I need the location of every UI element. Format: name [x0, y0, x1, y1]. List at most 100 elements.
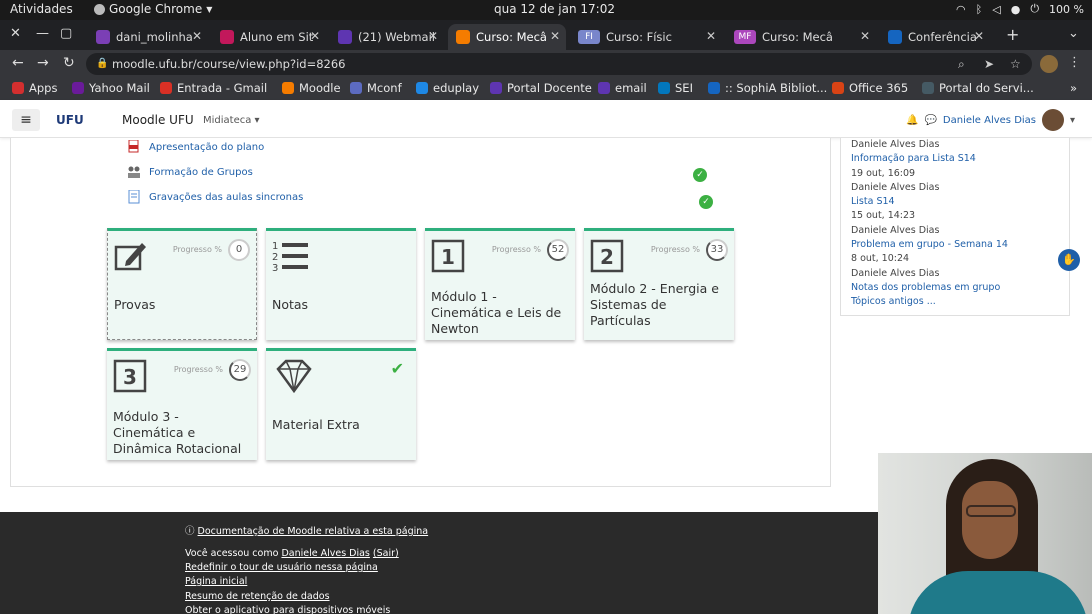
user-menu[interactable]: 🔔 💬 Daniele Alves Dias ▾ [906, 109, 1075, 131]
minimize-icon[interactable]: — [36, 26, 49, 41]
docs-label: Documentação de Moodle relativa a esta p… [197, 526, 429, 537]
section-tile[interactable]: 1 Progresso % 52 Módulo 1 - Cinemática e Le… [425, 228, 575, 340]
close-window-icon[interactable]: ✕ [10, 26, 21, 41]
recent-activity-link[interactable]: Tópicos antigos ... [851, 295, 1069, 309]
tab-close-icon[interactable]: ✕ [974, 29, 984, 43]
recent-activity-meta: Daniele Alves Dias [851, 267, 940, 279]
number-2-icon: 2 [590, 239, 624, 273]
progress-label: Progresso % [650, 245, 700, 254]
svg-text:2: 2 [600, 245, 614, 269]
tab-4[interactable]: FI Curso: Físic ✕ [570, 24, 722, 50]
section-tile[interactable]: 2 Progresso % 33 Módulo 2 - Energia e Siste… [584, 228, 734, 340]
send-icon[interactable]: ➤ [984, 53, 994, 75]
section-title: Módulo 3 - Cinemática e Dinâmica Rotacio… [113, 409, 242, 456]
webcam-person-face [962, 481, 1018, 559]
recent-activity-meta: Daniele Alves Dias [851, 181, 940, 193]
tab-close-icon[interactable]: ✕ [310, 29, 320, 43]
activity-link[interactable]: Gravações das aulas sincronas [127, 189, 304, 204]
bookmark-item[interactable]: Portal do Servi... [922, 81, 1034, 95]
activities-button[interactable]: Atividades [10, 2, 73, 16]
bookmark-item[interactable]: Apps [12, 81, 57, 95]
section-tile[interactable]: 1 2 3 Notas [266, 228, 416, 340]
docs-link[interactable]: ⓘ Documentação de Moodle relativa a esta… [185, 523, 428, 537]
bookmark-item[interactable]: Office 365 [832, 81, 908, 95]
access-user-link[interactable]: Daniele Alves Dias [281, 548, 369, 559]
app-menu[interactable]: Google Chrome ▼ [94, 2, 212, 16]
tab-close-icon[interactable]: ✕ [860, 29, 870, 43]
site-name[interactable]: Moodle UFU [122, 113, 194, 127]
data-retention-link[interactable]: Resumo de retenção de dados [185, 591, 330, 602]
tab-2[interactable]: (21) Webmail ✕ [330, 24, 444, 50]
bookmark-star-icon[interactable]: ☆ [1010, 53, 1021, 75]
tab-5[interactable]: MF Curso: Mecâ ✕ [726, 24, 876, 50]
number-1-icon: 1 [431, 239, 465, 273]
bell-icon[interactable]: 🔔 [906, 115, 918, 126]
reload-icon[interactable]: ↻ [63, 55, 75, 71]
system-tray[interactable]: ◠ ᛒ ◁ ● ⏻ 100 % [956, 2, 1084, 16]
tab-close-icon[interactable]: ✕ [550, 29, 560, 43]
bookmark-item[interactable]: Mconf [350, 81, 402, 95]
accessibility-icon[interactable]: ✋ [1058, 249, 1080, 271]
chat-icon[interactable]: 💬 [924, 115, 936, 126]
more-bookmarks-icon[interactable]: » [1070, 81, 1077, 95]
bookmark-label: Mconf [367, 81, 402, 95]
new-tab-icon[interactable]: + [1006, 25, 1019, 44]
bookmark-item[interactable]: email [598, 81, 647, 95]
section-complete-check-icon: ✔ [390, 359, 404, 378]
bookmark-item[interactable]: :: SophiA Bibliot... [708, 81, 827, 95]
clock[interactable]: qua 12 de jan 17:02 [494, 2, 615, 16]
activity-link[interactable]: Formação de Grupos [127, 165, 253, 179]
bookmark-item[interactable]: Moodle [282, 81, 341, 95]
tab-1[interactable]: Aluno em Sit ✕ [212, 24, 326, 50]
bookmark-item[interactable]: Portal Docente [490, 81, 592, 95]
tab-0[interactable]: dani_molinha ✕ [88, 24, 208, 50]
section-tile[interactable]: ✔ Material Extra [266, 348, 416, 460]
forward-icon[interactable]: → [37, 55, 49, 71]
recent-activity-link[interactable]: Informação para Lista S14 [851, 152, 1069, 166]
tab-favicon-icon [888, 30, 902, 44]
section-tile[interactable]: 3 Progresso % 29 Módulo 3 - Cinemática e Di… [107, 348, 257, 460]
logout-link[interactable]: (Sair) [373, 548, 399, 559]
hamburger-icon[interactable]: ≡ [12, 109, 40, 131]
mobile-app-link[interactable]: Obter o aplicativo para dispositivos móv… [185, 605, 390, 614]
completion-check-icon[interactable]: ✓ [693, 168, 707, 182]
section-title: Módulo 1 - Cinemática e Leis de Newton [431, 289, 562, 336]
reset-tour-link[interactable]: Redefinir o tour de usuário nessa página [185, 562, 378, 573]
tab-close-icon[interactable]: ✕ [428, 29, 438, 43]
wifi-icon: ◠ [956, 2, 966, 16]
tab-strip: ✕ — ▢ dani_molinha ✕ Aluno em Sit ✕ (21) Web… [0, 20, 1092, 50]
section-tile[interactable]: Progresso % 0 Provas [107, 228, 257, 340]
profile-avatar[interactable] [1040, 55, 1058, 73]
chrome-icon [94, 3, 105, 15]
zoom-icon[interactable]: ⌕ [958, 53, 965, 75]
activity-link[interactable]: Apresentação do plano [127, 139, 264, 154]
completion-check-icon[interactable]: ✓ [699, 195, 713, 209]
activity-label: Gravações das aulas sincronas [149, 191, 304, 203]
chevron-down-icon: ▼ [206, 4, 213, 14]
tab-3[interactable]: Curso: Mecâ ✕ [448, 24, 566, 50]
tab-favicon-icon [96, 30, 110, 44]
bookmark-item[interactable]: eduplay [416, 81, 479, 95]
chrome-menu-icon[interactable]: ⋮ [1068, 55, 1081, 70]
restore-icon[interactable]: ▢ [60, 26, 72, 41]
tab-search-icon[interactable]: ⌄ [1068, 26, 1079, 41]
recent-activity-link[interactable]: Notas dos problemas em grupo [851, 281, 1069, 295]
recent-activity-meta: Daniele Alves Dias [851, 139, 940, 150]
svg-text:1: 1 [441, 245, 455, 269]
bookmark-item[interactable]: Yahoo Mail [72, 81, 150, 95]
address-bar[interactable]: 🔒 moodle.ufu.br/course/view.php?id=8266 … [86, 53, 1032, 75]
bookmark-label: :: SophiA Bibliot... [725, 81, 828, 95]
tab-close-icon[interactable]: ✕ [706, 29, 716, 43]
home-link[interactable]: Página inicial [185, 576, 247, 587]
midiateca-menu[interactable]: Midiateca ▾ [203, 115, 260, 126]
recent-activity-link[interactable]: Lista S14 [851, 195, 1069, 209]
back-icon[interactable]: ← [12, 55, 24, 71]
bookmark-item[interactable]: Entrada - Gmail [160, 81, 267, 95]
tab-6[interactable]: Conferência ✕ [880, 24, 990, 50]
tab-close-icon[interactable]: ✕ [192, 29, 202, 43]
bookmark-item[interactable]: SEI [658, 81, 693, 95]
ufu-logo[interactable]: UFU [56, 113, 84, 127]
bluetooth-icon: ᛒ [975, 2, 983, 16]
recent-activity-link[interactable]: Problema em grupo - Semana 14 [851, 238, 1069, 252]
progress-ring: 29 [229, 359, 251, 381]
